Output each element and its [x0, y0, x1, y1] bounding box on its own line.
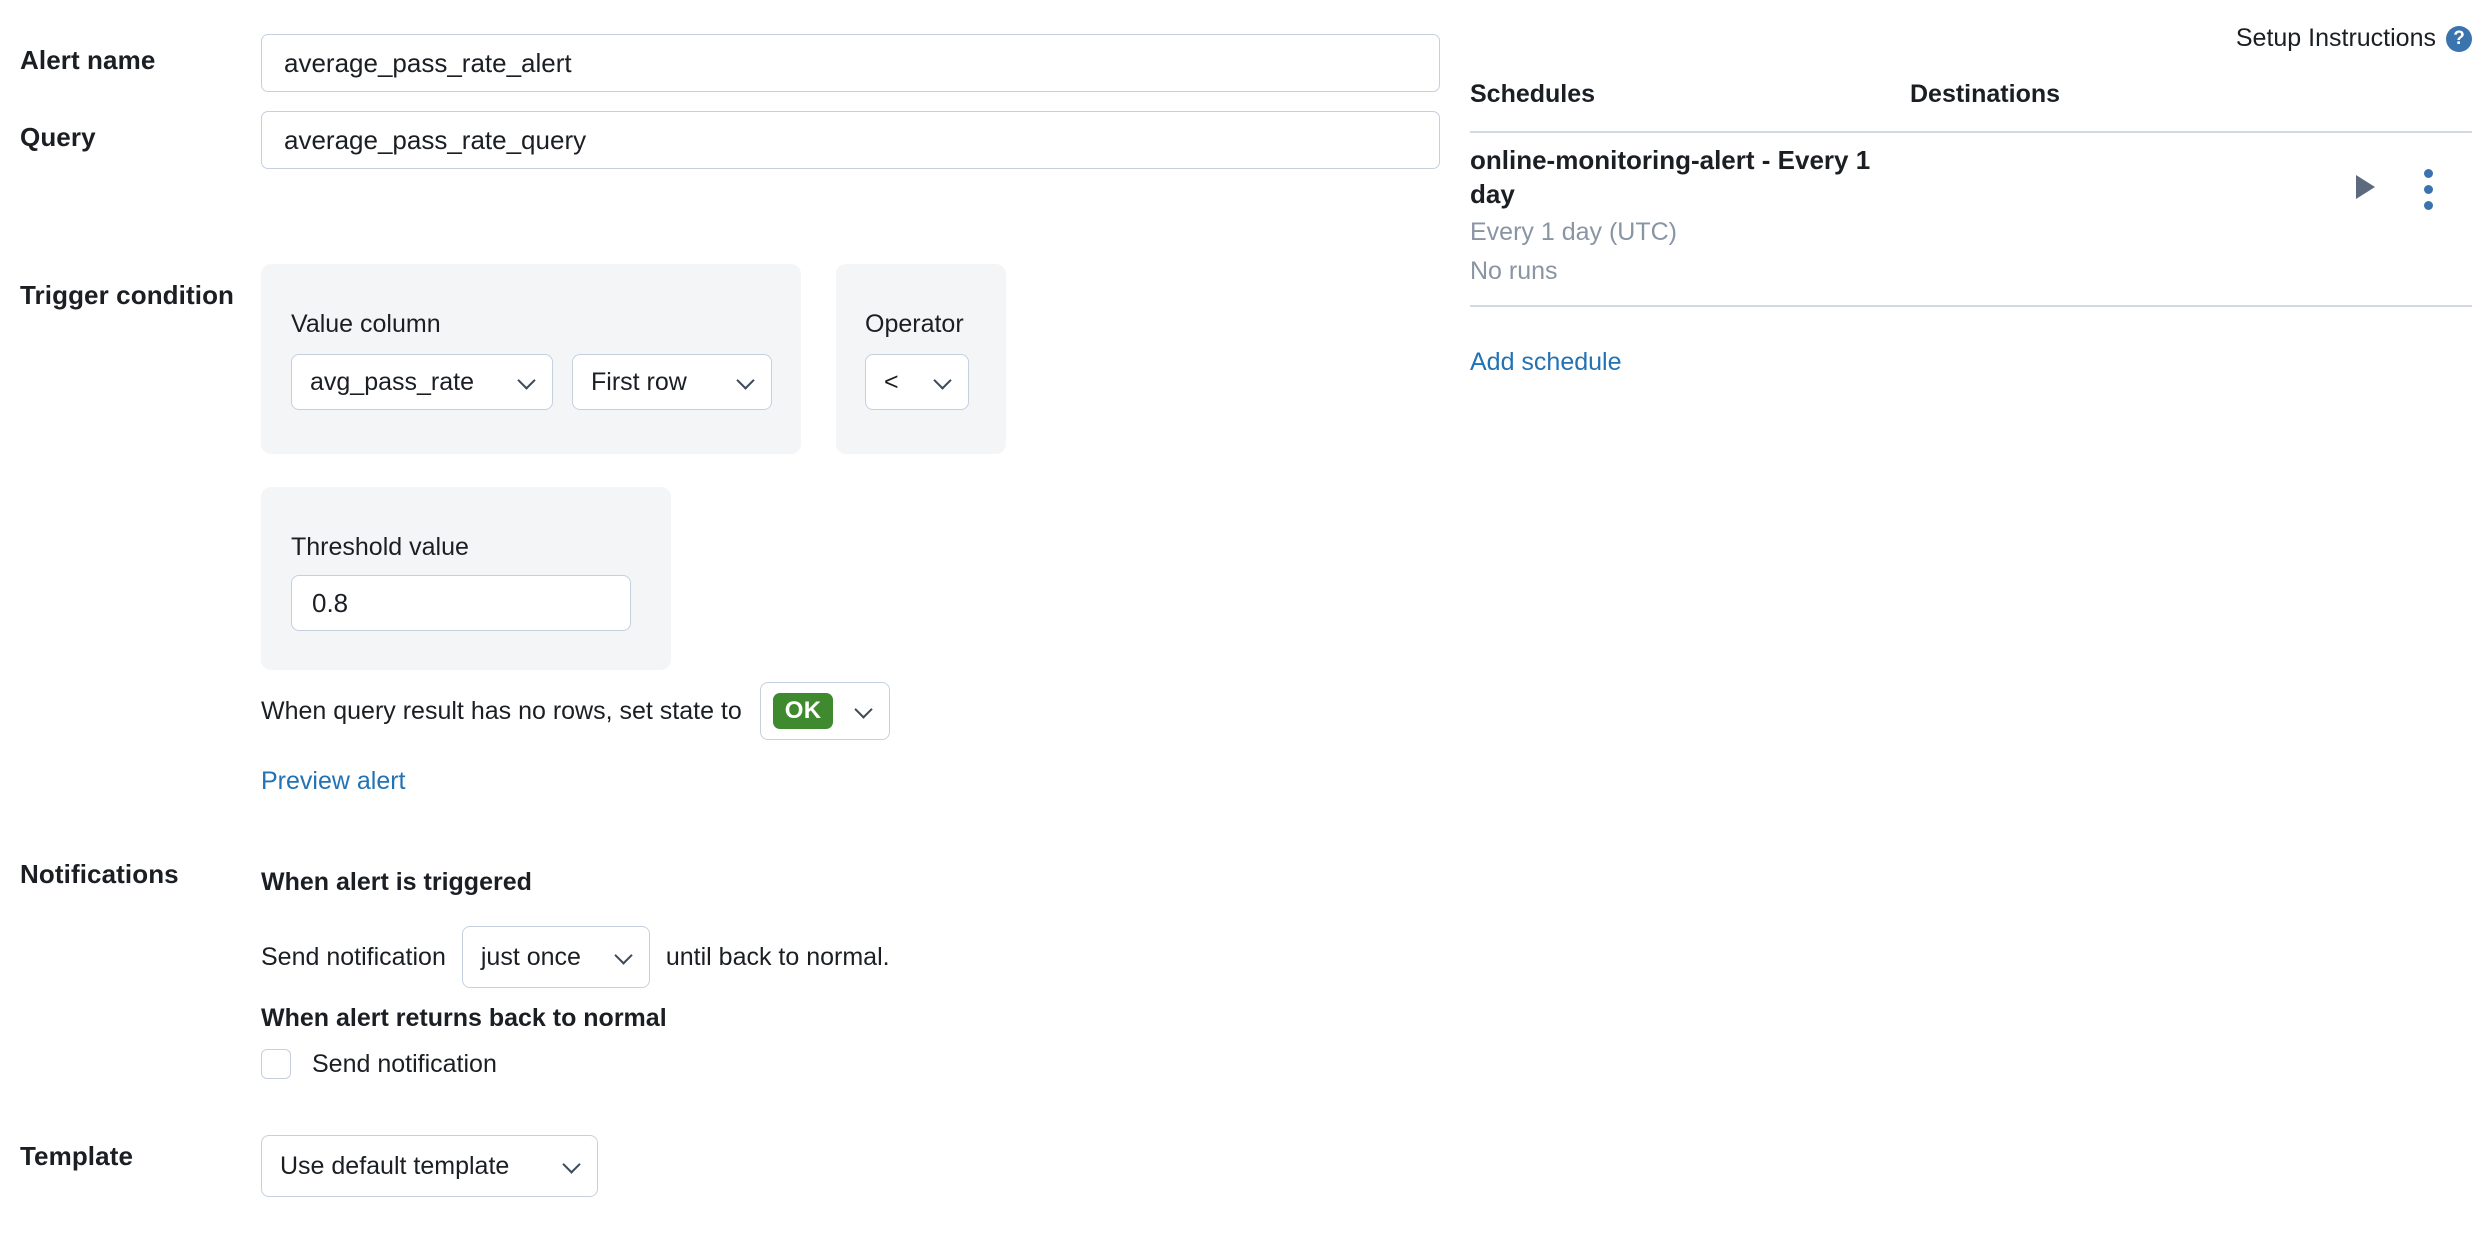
add-schedule-link[interactable]: Add schedule [1470, 348, 1622, 377]
operator-label: Operator [865, 310, 964, 338]
threshold-panel: Threshold value 0.8 [261, 487, 671, 670]
operator-select[interactable]: < [865, 354, 969, 410]
table-row-divider [1470, 305, 2472, 307]
no-rows-state-select[interactable]: OK [759, 682, 891, 740]
alert-name-label: Alert name [20, 45, 156, 75]
alert-configuration-page: Alert name average_pass_rate_alert Query… [0, 0, 2492, 1234]
notification-frequency-select[interactable]: just once [461, 926, 650, 988]
alert-form-column: Alert name average_pass_rate_alert Query… [0, 0, 1470, 1234]
destinations-column-header: Destinations [1910, 80, 2061, 108]
template-select[interactable]: Use default template [261, 1135, 598, 1197]
when-triggered-heading: When alert is triggered [261, 868, 532, 896]
row-aggregation-select-value: First row [591, 367, 687, 396]
row-aggregation-select[interactable]: First row [572, 354, 772, 410]
trigger-condition-label: Trigger condition [20, 280, 235, 310]
send-notification-checkbox[interactable] [261, 1049, 291, 1079]
kebab-menu-icon[interactable] [2424, 169, 2433, 210]
value-column-select[interactable]: avg_pass_rate [291, 354, 553, 410]
schedule-title: online-monitoring-alert - Every 1 day [1470, 145, 1871, 210]
normal-send-notification-row[interactable]: Send notification [261, 1044, 497, 1084]
schedules-panel: Setup Instructions ? Schedules Destinati… [1470, 0, 2492, 1234]
schedule-runs-status: No runs [1470, 257, 1558, 285]
value-column-label: Value column [291, 310, 441, 338]
setup-instructions-label: Setup Instructions [2235, 24, 2436, 52]
chevron-down-icon [518, 371, 536, 389]
when-normal-heading: When alert returns back to normal [261, 1004, 667, 1032]
send-notification-prefix-text: Send notification [261, 942, 446, 971]
threshold-value-input[interactable]: 0.8 [291, 575, 631, 631]
setup-instructions-link[interactable]: Setup Instructions ? [2236, 24, 2472, 53]
chevron-down-icon [737, 371, 755, 389]
schedule-cadence: Every 1 day (UTC) [1470, 218, 1677, 246]
operator-panel: Operator < [836, 264, 1006, 454]
send-notification-row: Send notification just once until back t… [261, 926, 890, 988]
table-header-divider [1470, 131, 2472, 133]
notifications-label: Notifications [20, 859, 179, 889]
send-notification-suffix-text: until back to normal. [665, 942, 890, 971]
status-badge: OK [772, 693, 834, 729]
schedule-row[interactable]: online-monitoring-alert - Every 1 day Ev… [1470, 143, 2472, 301]
chevron-down-icon [615, 946, 633, 964]
value-column-select-value: avg_pass_rate [310, 367, 475, 396]
notification-frequency-value: just once [480, 942, 581, 971]
chevron-down-icon [563, 1155, 581, 1173]
chevron-down-icon [855, 700, 873, 718]
query-input[interactable]: average_pass_rate_query [261, 111, 1440, 169]
no-rows-state-row: When query result has no rows, set state… [261, 680, 891, 742]
operator-select-value: < [884, 367, 899, 396]
preview-alert-link[interactable]: Preview alert [261, 767, 406, 796]
help-circle-icon[interactable]: ? [2446, 25, 2472, 52]
send-notification-checkbox-label: Send notification [312, 1049, 497, 1078]
query-label: Query [20, 122, 96, 152]
threshold-value-label: Threshold value [291, 533, 469, 561]
chevron-down-icon [934, 371, 952, 389]
no-rows-state-text: When query result has no rows, set state… [261, 696, 742, 725]
value-column-panel: Value column avg_pass_rate First row [261, 264, 801, 454]
template-select-value: Use default template [280, 1151, 510, 1180]
alert-name-input[interactable]: average_pass_rate_alert [261, 34, 1440, 92]
play-icon[interactable] [2356, 175, 2375, 199]
schedules-column-header: Schedules [1470, 80, 1596, 108]
template-label: Template [20, 1141, 134, 1171]
